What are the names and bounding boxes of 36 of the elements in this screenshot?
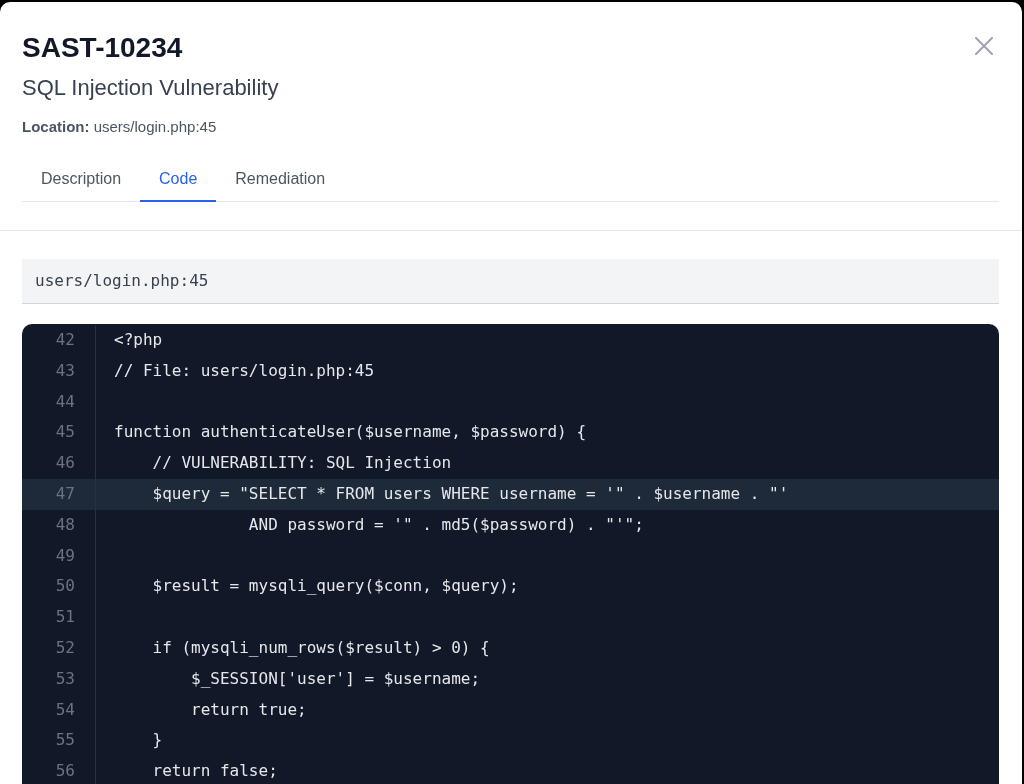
dialog-title: SAST-10234 [22,32,183,63]
code-line: AND password = '" . md5($password) . "'"; [247,514,644,534]
code-line: $query = "SELECT * FROM users WHERE username = '" . $username . "' [151,484,789,503]
close-button[interactable] [972,34,996,58]
code-line: $_SESSION['user'] = $username; [190,668,481,688]
location-text: Location: users/login.php:45 [22,118,217,135]
line-number: 42 [55,329,75,351]
line-number: 54 [55,698,75,721]
line-number: 48 [55,513,75,536]
code-line: // VULNERABILITY: SQL Injection [151,453,452,473]
code-line: if (mysqli_num_rows($result) > 0) { [151,637,490,657]
close-icon [975,37,993,55]
file-path: users/login.php:45 [35,271,209,290]
code-line: $result = mysqli_query($conn, $query); [151,576,519,596]
code-line: function authenticateUser($username, $password) { [114,422,586,442]
line-number: 51 [55,606,75,629]
tab[interactable]: Description [22,157,141,202]
line-number: 56 [55,760,75,783]
dialog-subtitle: SQL Injection Vulnerability [22,75,279,100]
line-number: 50 [55,575,75,598]
code-line: return false; [151,761,278,781]
line-number: 52 [55,636,75,659]
line-number: 44 [55,390,75,413]
tab[interactable]: Remediation [216,157,345,202]
code-line: return true; [190,699,307,719]
line-number: 45 [55,421,75,444]
line-number: 53 [55,667,75,690]
code-line: <?php [114,330,163,349]
line-number: 46 [55,452,75,475]
line-number: 49 [55,544,75,567]
code-line: } [151,730,163,750]
line-number: 43 [55,359,75,382]
line-number: 55 [55,729,75,752]
tab[interactable]: Code [140,157,217,202]
line-number: 47 [55,483,75,505]
code-line: // File: users/login.php:45 [114,360,375,380]
